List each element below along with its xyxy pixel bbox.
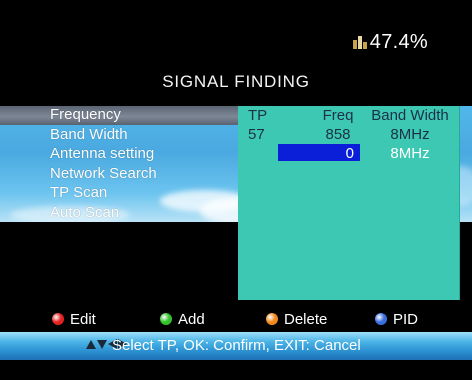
bottom-black-bar xyxy=(0,360,472,380)
legend-delete[interactable]: Delete xyxy=(266,308,327,330)
hdd-usage-icon xyxy=(352,35,367,49)
color-key-legend: Edit Add Delete PID xyxy=(0,308,472,330)
legend-add[interactable]: Add xyxy=(160,308,205,330)
legend-edit[interactable]: Edit xyxy=(52,308,96,330)
menu-item-frequency[interactable]: Frequency xyxy=(50,105,157,125)
red-key-icon xyxy=(52,313,64,325)
bandwidth-value[interactable]: 8MHz xyxy=(360,144,460,163)
menu-item-auto-scan[interactable]: Auto Scan xyxy=(50,203,157,223)
blue-key-icon xyxy=(375,313,387,325)
help-text: Select TP, OK: Confirm, EXIT: Cancel xyxy=(112,337,361,354)
menu-item-antenna-setting[interactable]: Antenna setting xyxy=(50,144,157,164)
tp-table-panel: TP Freq Band Width 57 858 8MHz 0 8MHz xyxy=(238,106,460,300)
storage-percent: 47.4% xyxy=(369,30,428,53)
edit-row[interactable]: 0 8MHz xyxy=(238,144,460,163)
tp-bandwidth: 8MHz xyxy=(390,126,430,143)
orange-key-icon xyxy=(266,313,278,325)
help-bar: Select TP, OK: Confirm, EXIT: Cancel xyxy=(0,332,472,360)
tp-number: 57 xyxy=(248,126,265,143)
green-key-icon xyxy=(160,313,172,325)
tp-table-header: TP Freq Band Width xyxy=(238,106,460,125)
legend-pid[interactable]: PID xyxy=(375,308,418,330)
menu-item-tp-scan[interactable]: TP Scan xyxy=(50,183,157,203)
storage-status: 47.4% xyxy=(352,30,428,54)
tp-row[interactable]: 57 858 8MHz xyxy=(238,125,460,144)
legend-delete-label: Delete xyxy=(284,310,328,328)
frequency-input[interactable]: 0 xyxy=(278,144,360,162)
signal-menu: Frequency Band Width Antenna setting Net… xyxy=(50,105,157,222)
menu-item-network-search[interactable]: Network Search xyxy=(50,164,157,184)
page-title: SIGNAL FINDING xyxy=(162,72,310,91)
legend-pid-label: PID xyxy=(393,310,419,328)
legend-add-label: Add xyxy=(178,310,205,328)
top-black-bar xyxy=(0,0,472,20)
menu-item-band-width[interactable]: Band Width xyxy=(50,125,157,145)
header-tp: TP xyxy=(248,107,268,124)
legend-edit-label: Edit xyxy=(70,310,96,328)
header-bandwidth: Band Width xyxy=(371,107,449,124)
